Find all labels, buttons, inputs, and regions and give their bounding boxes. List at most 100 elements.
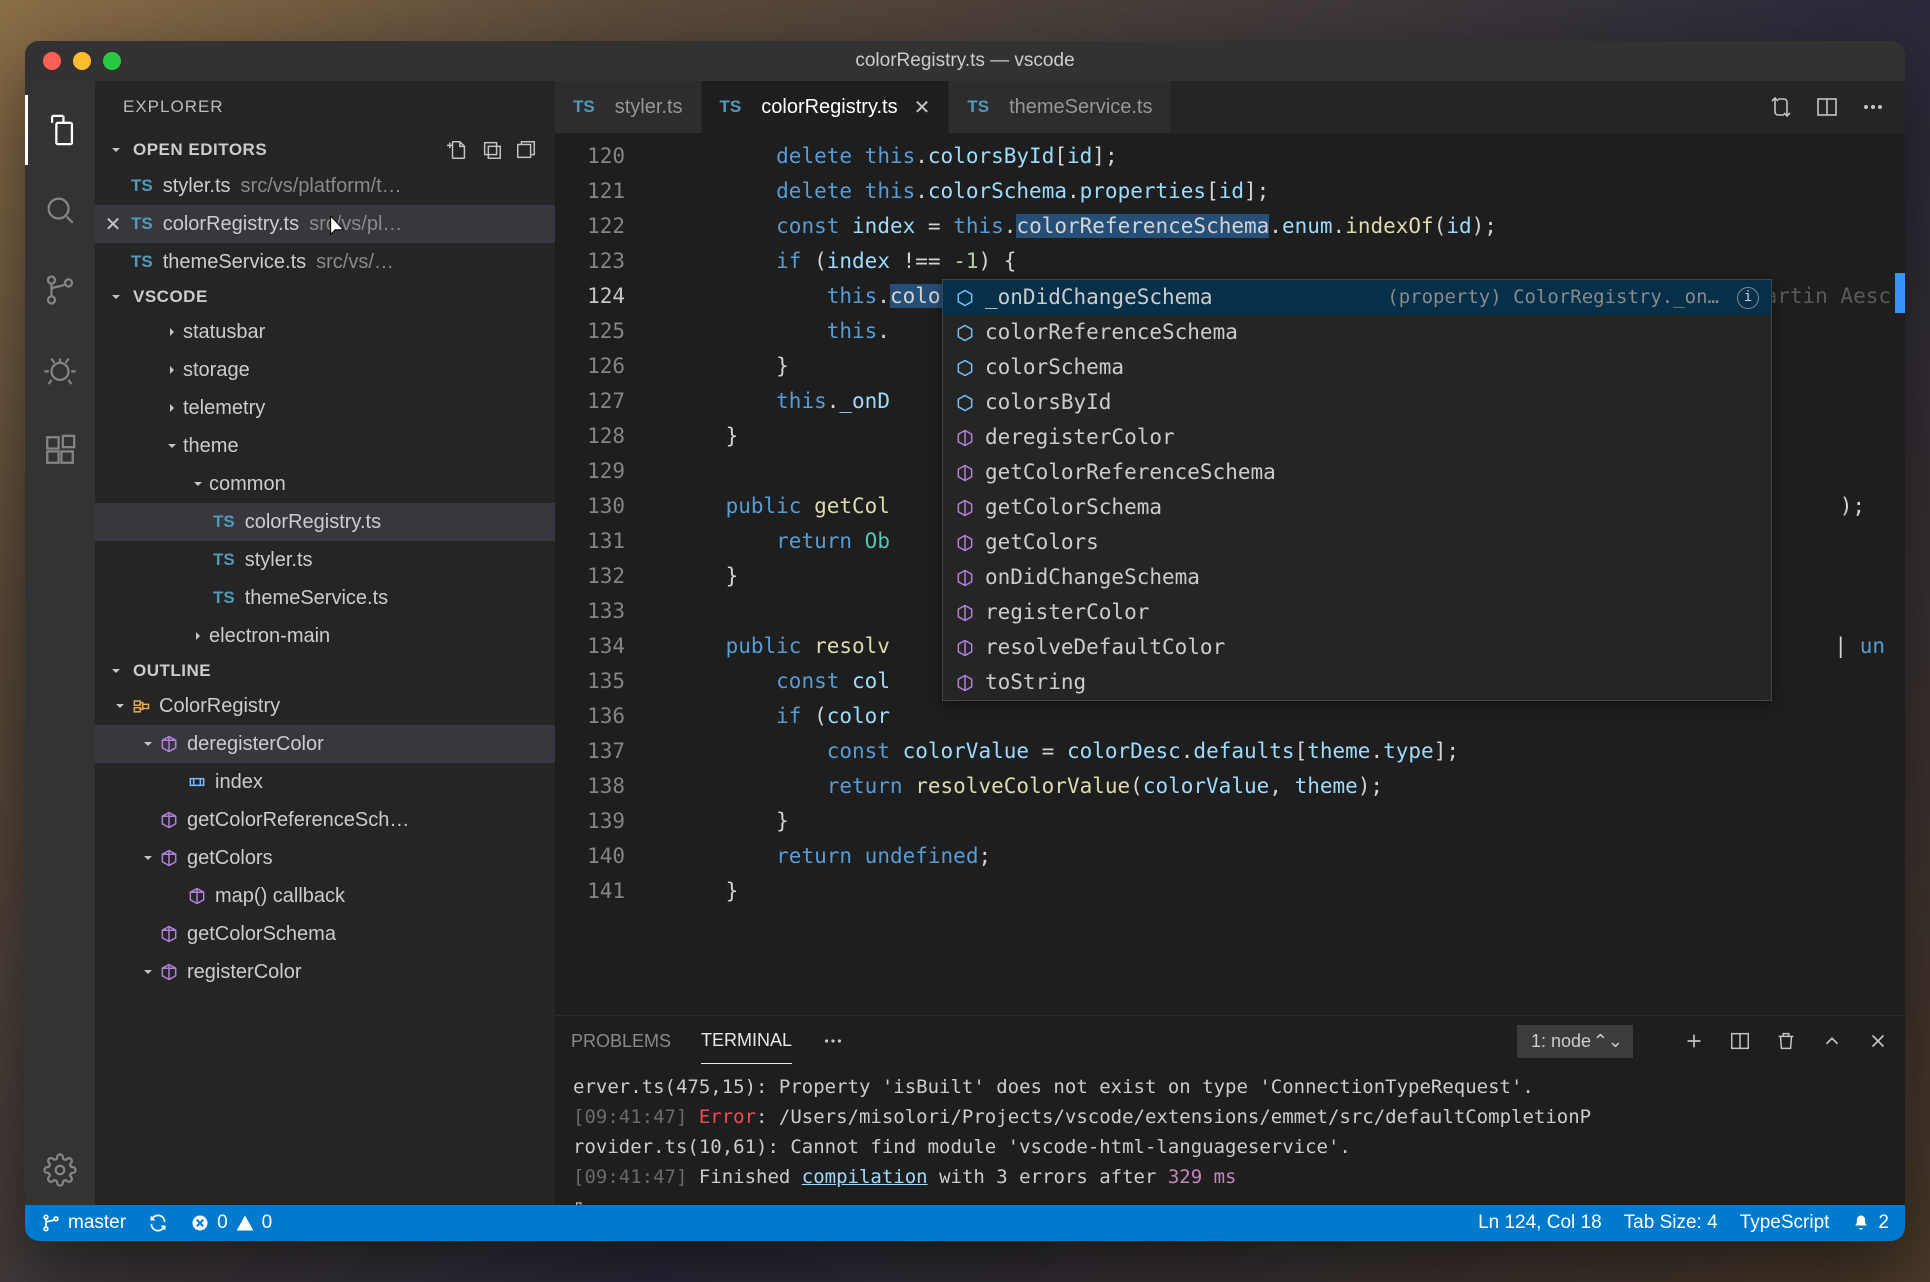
- close-panel-icon[interactable]: [1867, 1030, 1889, 1052]
- tree-label: common: [209, 473, 286, 496]
- problems-tab[interactable]: PROBLEMS: [571, 1019, 671, 1064]
- code-line[interactable]: delete this.colorsById[id];: [655, 139, 1905, 174]
- outline-item[interactable]: deregisterColor: [95, 725, 555, 763]
- terminal-select[interactable]: 1: node ⌃⌄: [1517, 1025, 1633, 1058]
- debug-activity-icon[interactable]: [25, 335, 95, 405]
- code-line[interactable]: if (color: [655, 699, 1905, 734]
- close-window-button[interactable]: [43, 52, 61, 70]
- tree-label: telemetry: [183, 397, 265, 420]
- notifications-status[interactable]: 2: [1851, 1212, 1889, 1234]
- minimize-window-button[interactable]: [73, 52, 91, 70]
- file-tree-file[interactable]: TSthemeService.ts: [95, 579, 555, 617]
- outline-item[interactable]: ColorRegistry: [95, 687, 555, 725]
- symbol-method-icon: [955, 463, 975, 483]
- suggest-item[interactable]: getColorSchema: [943, 490, 1771, 525]
- code-line[interactable]: }: [655, 804, 1905, 839]
- editor-tab[interactable]: TSthemeService.ts: [949, 81, 1171, 133]
- symbol-method-icon: [159, 810, 179, 830]
- outline-header[interactable]: OUTLINE: [95, 655, 555, 687]
- code-line[interactable]: const colorValue = colorDesc.defaults[th…: [655, 734, 1905, 769]
- suggest-item[interactable]: registerColor: [943, 595, 1771, 630]
- suggest-item[interactable]: toString: [943, 665, 1771, 700]
- more-actions-icon[interactable]: [1861, 95, 1885, 119]
- code-line[interactable]: return undefined;: [655, 839, 1905, 874]
- more-panel-icon[interactable]: [822, 1030, 844, 1052]
- split-terminal-icon[interactable]: [1729, 1030, 1751, 1052]
- file-tree-folder[interactable]: theme: [95, 427, 555, 465]
- explorer-activity-icon[interactable]: [25, 95, 95, 165]
- language-status[interactable]: TypeScript: [1740, 1212, 1830, 1234]
- suggest-item[interactable]: resolveDefaultColor: [943, 630, 1771, 665]
- symbol-method-icon: [955, 603, 975, 623]
- symbol-field-icon: [955, 393, 975, 413]
- terminal-tab[interactable]: TERMINAL: [701, 1018, 792, 1064]
- intellisense-suggest-widget[interactable]: _onDidChangeSchema(property) ColorRegist…: [942, 279, 1772, 701]
- suggest-item[interactable]: onDidChangeSchema: [943, 560, 1771, 595]
- suggest-item[interactable]: getColorReferenceSchema: [943, 455, 1771, 490]
- file-tree-folder[interactable]: statusbar: [95, 313, 555, 351]
- outline-item[interactable]: map() callback: [95, 877, 555, 915]
- git-branch-status[interactable]: master: [41, 1212, 126, 1234]
- close-editor-icon[interactable]: ✕: [95, 212, 131, 237]
- code-line[interactable]: if (index !== -1) {: [655, 244, 1905, 279]
- open-editor-item[interactable]: TSstyler.tssrc/vs/platform/t…: [95, 167, 555, 205]
- titlebar: colorRegistry.ts — vscode: [25, 41, 1905, 81]
- outline-item[interactable]: getColorSchema: [95, 915, 555, 953]
- workspace-header[interactable]: VSCODE: [95, 281, 555, 313]
- editor-tab[interactable]: TSstyler.ts: [555, 81, 702, 133]
- suggest-item[interactable]: _onDidChangeSchema(property) ColorRegist…: [943, 280, 1771, 315]
- suggest-label: getColors: [985, 525, 1099, 560]
- file-tree-folder[interactable]: telemetry: [95, 389, 555, 427]
- open-editor-item[interactable]: TSthemeService.tssrc/vs/…: [95, 243, 555, 281]
- editor-body[interactable]: 1201211221231241251261271281291301311321…: [555, 133, 1905, 1015]
- window-controls: [43, 52, 121, 70]
- suggest-item[interactable]: colorSchema: [943, 350, 1771, 385]
- split-editor-icon[interactable]: [1815, 95, 1839, 119]
- outline-item[interactable]: getColorReferenceSch…: [95, 801, 555, 839]
- code-line[interactable]: return resolveColorValue(colorValue, the…: [655, 769, 1905, 804]
- open-editors-header[interactable]: OPEN EDITORS: [95, 133, 555, 167]
- terminal-output[interactable]: erver.ts(475,15): Property 'isBuilt' doe…: [555, 1066, 1905, 1205]
- close-tab-icon[interactable]: ✕: [914, 95, 931, 120]
- cursor-position-status[interactable]: Ln 124, Col 18: [1478, 1212, 1602, 1234]
- info-icon[interactable]: i: [1737, 287, 1759, 309]
- code-line[interactable]: const index = this.colorReferenceSchema.…: [655, 209, 1905, 244]
- extensions-activity-icon[interactable]: [25, 415, 95, 485]
- minimap-scrollbar[interactable]: [1895, 133, 1905, 1015]
- suggest-item[interactable]: colorsById: [943, 385, 1771, 420]
- explorer-sidebar: EXPLORER OPEN EDITORS TSstyler.tssrc/vs/…: [95, 81, 555, 1205]
- file-tree-folder[interactable]: electron-main: [95, 617, 555, 655]
- kill-terminal-icon[interactable]: [1775, 1030, 1797, 1052]
- outline-item[interactable]: registerColor: [95, 953, 555, 991]
- file-tree-folder[interactable]: common: [95, 465, 555, 503]
- suggest-item[interactable]: getColors: [943, 525, 1771, 560]
- open-editor-item[interactable]: ✕TScolorRegistry.tssrc/vs/pl…: [95, 205, 555, 243]
- editor-tab[interactable]: TScolorRegistry.ts✕: [702, 81, 950, 133]
- compare-changes-icon[interactable]: [1769, 95, 1793, 119]
- file-tree-file[interactable]: TSstyler.ts: [95, 541, 555, 579]
- save-all-icon[interactable]: [481, 139, 503, 161]
- maximize-window-button[interactable]: [103, 52, 121, 70]
- close-all-icon[interactable]: [515, 139, 537, 161]
- new-file-icon[interactable]: [447, 139, 469, 161]
- search-activity-icon[interactable]: [25, 175, 95, 245]
- tree-label: themeService.ts: [245, 587, 388, 610]
- code-line[interactable]: delete this.colorSchema.properties[id];: [655, 174, 1905, 209]
- tab-label: themeService.ts: [1009, 96, 1152, 119]
- tab-size-status[interactable]: Tab Size: 4: [1624, 1212, 1718, 1234]
- file-tree-file[interactable]: TScolorRegistry.ts: [95, 503, 555, 541]
- source-control-activity-icon[interactable]: [25, 255, 95, 325]
- symbol-method-icon: [955, 568, 975, 588]
- suggest-item[interactable]: colorReferenceSchema: [943, 315, 1771, 350]
- settings-gear-icon[interactable]: [25, 1135, 95, 1205]
- outline-item[interactable]: getColors: [95, 839, 555, 877]
- outline-item[interactable]: index: [95, 763, 555, 801]
- suggest-label: resolveDefaultColor: [985, 630, 1225, 665]
- new-terminal-icon[interactable]: [1683, 1030, 1705, 1052]
- errors-status[interactable]: 0 0: [190, 1212, 272, 1234]
- sync-status[interactable]: [148, 1213, 168, 1233]
- file-tree-folder[interactable]: storage: [95, 351, 555, 389]
- maximize-panel-icon[interactable]: [1821, 1030, 1843, 1052]
- suggest-item[interactable]: deregisterColor: [943, 420, 1771, 455]
- code-line[interactable]: }: [655, 874, 1905, 909]
